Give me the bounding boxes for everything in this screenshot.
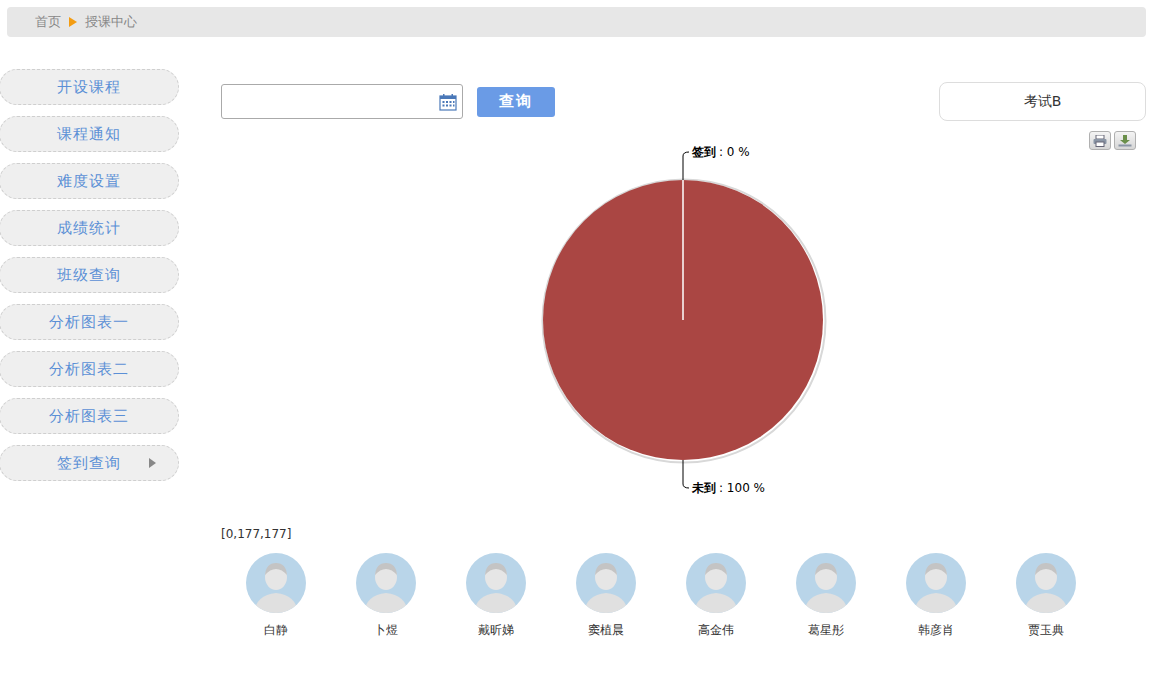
date-input[interactable] (230, 93, 438, 111)
avatar-icon (466, 553, 526, 613)
student-name: 高金伟 (698, 622, 734, 639)
toolbar: 查询 考试B (221, 82, 1146, 121)
sidebar-item[interactable]: 课程通知 (0, 116, 179, 152)
sidebar-item[interactable]: 签到查询 (0, 445, 179, 481)
sidebar-item[interactable]: 难度设置 (0, 163, 179, 199)
pie-slice[interactable] (683, 180, 684, 320)
avatar-icon (356, 553, 416, 613)
avatar-icon (246, 553, 306, 613)
pie-svg: 签到: 0 % 未到: 100 % (221, 121, 1146, 516)
sidebar-item-label: 分析图表一 (49, 313, 129, 332)
student-name: 白静 (264, 622, 288, 639)
label-connector (683, 460, 689, 488)
student-name: 贾玉典 (1028, 622, 1064, 639)
sidebar-item-label: 难度设置 (57, 172, 121, 191)
student-card[interactable]: 戴昕娣 (441, 553, 551, 639)
student-card[interactable]: 高金伟 (661, 553, 771, 639)
student-card[interactable]: 白静 (221, 553, 331, 639)
student-name: 卜煜 (374, 622, 398, 639)
sidebar-item-label: 签到查询 (57, 454, 121, 473)
slice-label: 签到: 0 % (691, 145, 750, 159)
label-connector (683, 152, 689, 180)
student-card[interactable]: 韩彦肖 (881, 553, 991, 639)
attendance-counts: [0,177,177] (221, 527, 1146, 541)
pie-slice[interactable] (543, 180, 823, 460)
student-card[interactable]: 葛星彤 (771, 553, 881, 639)
avatar-icon (796, 553, 856, 613)
student-name: 戴昕娣 (478, 622, 514, 639)
avatar-icon (686, 553, 746, 613)
main-panel: 查询 考试B 签到: 0 % 未到: 100 % [0,177,177] 白静 卜煜 戴昕娣 窦… (221, 82, 1146, 639)
breadcrumb-item[interactable]: 授课中心 (85, 13, 137, 31)
student-card[interactable]: 贾玉典 (991, 553, 1101, 639)
breadcrumb-item[interactable]: 首页 (35, 13, 61, 31)
pie-shadow (543, 180, 826, 463)
avatar-icon (576, 553, 636, 613)
submenu-arrow-icon (149, 458, 156, 468)
calendar-icon (438, 92, 458, 112)
sidebar-item-label: 课程通知 (57, 125, 121, 144)
sidebar-item-label: 成绩统计 (57, 219, 121, 238)
sidebar-item[interactable]: 分析图表二 (0, 351, 179, 387)
breadcrumb: 首页 授课中心 (7, 7, 1146, 37)
sidebar-item[interactable]: 成绩统计 (0, 210, 179, 246)
sidebar-item-label: 分析图表二 (49, 360, 129, 379)
avatar-icon (1016, 553, 1076, 613)
sidebar-item-label: 分析图表三 (49, 407, 129, 426)
avatar-icon (906, 553, 966, 613)
layout: 开设课程课程通知难度设置成绩统计班级查询分析图表一分析图表二分析图表三签到查询 查… (0, 37, 1150, 639)
download-button[interactable] (1114, 131, 1136, 150)
slice-label: 未到: 100 % (691, 481, 765, 495)
student-list: 白静 卜煜 戴昕娣 窦植晨 高金伟 葛星彤 韩彦肖 贾玉典 (221, 553, 1146, 639)
student-name: 韩彦肖 (918, 622, 954, 639)
student-card[interactable]: 窦植晨 (551, 553, 661, 639)
sidebar: 开设课程课程通知难度设置成绩统计班级查询分析图表一分析图表二分析图表三签到查询 (0, 69, 180, 639)
slice-border (683, 180, 684, 320)
download-icon (1118, 135, 1132, 147)
sidebar-item[interactable]: 开设课程 (0, 69, 179, 105)
sidebar-item-label: 班级查询 (57, 266, 121, 285)
pie-chart: 签到: 0 % 未到: 100 % (221, 121, 1146, 516)
student-card[interactable]: 卜煜 (331, 553, 441, 639)
sidebar-item[interactable]: 分析图表一 (0, 304, 179, 340)
breadcrumb-arrow-icon (69, 17, 77, 27)
student-name: 窦植晨 (588, 622, 624, 639)
date-field[interactable] (221, 84, 463, 119)
sidebar-item[interactable]: 班级查询 (0, 257, 179, 293)
slice-border (683, 180, 684, 320)
sidebar-item-label: 开设课程 (57, 78, 121, 97)
sidebar-item[interactable]: 分析图表三 (0, 398, 179, 434)
exam-select[interactable]: 考试B (939, 82, 1146, 121)
printer-icon (1093, 135, 1107, 147)
print-button[interactable] (1089, 131, 1111, 150)
student-name: 葛星彤 (808, 622, 844, 639)
query-button[interactable]: 查询 (477, 87, 555, 117)
chart-tools (1089, 131, 1136, 150)
